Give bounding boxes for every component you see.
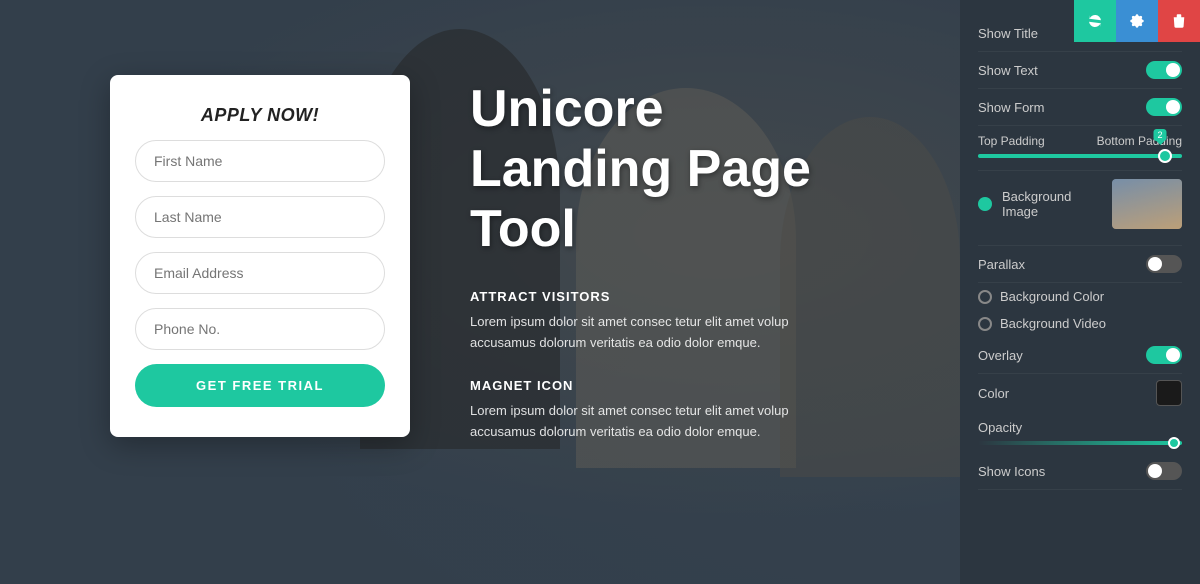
- section2-text: Lorem ipsum dolor sit amet consec tetur …: [470, 401, 850, 443]
- bottom-padding-label: Bottom Padding: [1097, 134, 1182, 148]
- bg-image-row: Background Image: [978, 179, 1182, 229]
- overlay-toggle[interactable]: [1146, 346, 1182, 364]
- color-label: Color: [978, 386, 1009, 401]
- last-name-input[interactable]: [135, 196, 385, 238]
- padding-slider-track[interactable]: 2: [978, 154, 1182, 158]
- bg-video-label: Background Video: [1000, 316, 1106, 331]
- slider-badge: 2: [1153, 129, 1166, 141]
- delete-button[interactable]: [1158, 0, 1200, 42]
- overlay-row: Overlay: [978, 337, 1182, 374]
- show-text-row: Show Text: [978, 52, 1182, 89]
- parallax-toggle[interactable]: [1146, 255, 1182, 273]
- top-toolbar: [1074, 0, 1200, 42]
- settings-panel: Show Title Show Text Show Form Top Paddi…: [960, 0, 1200, 584]
- sync-button[interactable]: [1074, 0, 1116, 42]
- section1-label: ATTRACT VISITORS: [470, 289, 920, 304]
- hero-title: Unicore Landing Page Tool: [470, 80, 920, 259]
- show-form-row: Show Form: [978, 89, 1182, 126]
- opacity-label: Opacity: [978, 420, 1182, 435]
- sync-icon: [1086, 12, 1104, 30]
- first-name-input[interactable]: [135, 140, 385, 182]
- section1-text: Lorem ipsum dolor sit amet consec tetur …: [470, 312, 850, 354]
- show-icons-toggle[interactable]: [1146, 462, 1182, 480]
- page-container: APPLY NOW! GET FREE TRIAL Unicore Landin…: [0, 0, 1200, 584]
- phone-input[interactable]: [135, 308, 385, 350]
- opacity-section: Opacity: [978, 412, 1182, 453]
- bg-color-row[interactable]: Background Color: [978, 283, 1182, 310]
- form-title: APPLY NOW!: [201, 105, 319, 126]
- background-image-section: Background Image: [978, 171, 1182, 246]
- form-card: APPLY NOW! GET FREE TRIAL: [110, 75, 410, 437]
- show-icons-label: Show Icons: [978, 464, 1045, 479]
- hero-content: Unicore Landing Page Tool ATTRACT VISITO…: [410, 0, 960, 584]
- color-row: Color: [978, 374, 1182, 412]
- opacity-slider-thumb[interactable]: [1168, 437, 1180, 449]
- bg-dot-icon: [978, 197, 992, 211]
- color-swatch[interactable]: [1156, 380, 1182, 406]
- settings-button[interactable]: [1116, 0, 1158, 42]
- show-form-label: Show Form: [978, 100, 1044, 115]
- overlay-label: Overlay: [978, 348, 1023, 363]
- show-text-toggle[interactable]: [1146, 61, 1182, 79]
- parallax-row: Parallax: [978, 246, 1182, 283]
- padding-section: Top Padding Bottom Padding 2: [978, 126, 1182, 171]
- bg-video-radio[interactable]: [978, 317, 992, 331]
- submit-button[interactable]: GET FREE TRIAL: [135, 364, 385, 407]
- opacity-slider-track[interactable]: [978, 441, 1182, 445]
- bg-thumbnail[interactable]: [1112, 179, 1182, 229]
- padding-slider-thumb[interactable]: 2: [1158, 149, 1172, 163]
- section2-label: MAGNET ICON: [470, 378, 920, 393]
- trash-icon: [1170, 12, 1188, 30]
- show-title-label: Show Title: [978, 26, 1038, 41]
- top-padding-label: Top Padding: [978, 134, 1045, 148]
- bg-color-label: Background Color: [1000, 289, 1104, 304]
- email-input[interactable]: [135, 252, 385, 294]
- parallax-label: Parallax: [978, 257, 1025, 272]
- show-icons-row: Show Icons: [978, 453, 1182, 490]
- show-form-toggle[interactable]: [1146, 98, 1182, 116]
- gear-icon: [1128, 12, 1146, 30]
- bg-video-row[interactable]: Background Video: [978, 310, 1182, 337]
- bg-image-label: Background Image: [1002, 189, 1102, 219]
- bg-color-radio[interactable]: [978, 290, 992, 304]
- show-text-label: Show Text: [978, 63, 1038, 78]
